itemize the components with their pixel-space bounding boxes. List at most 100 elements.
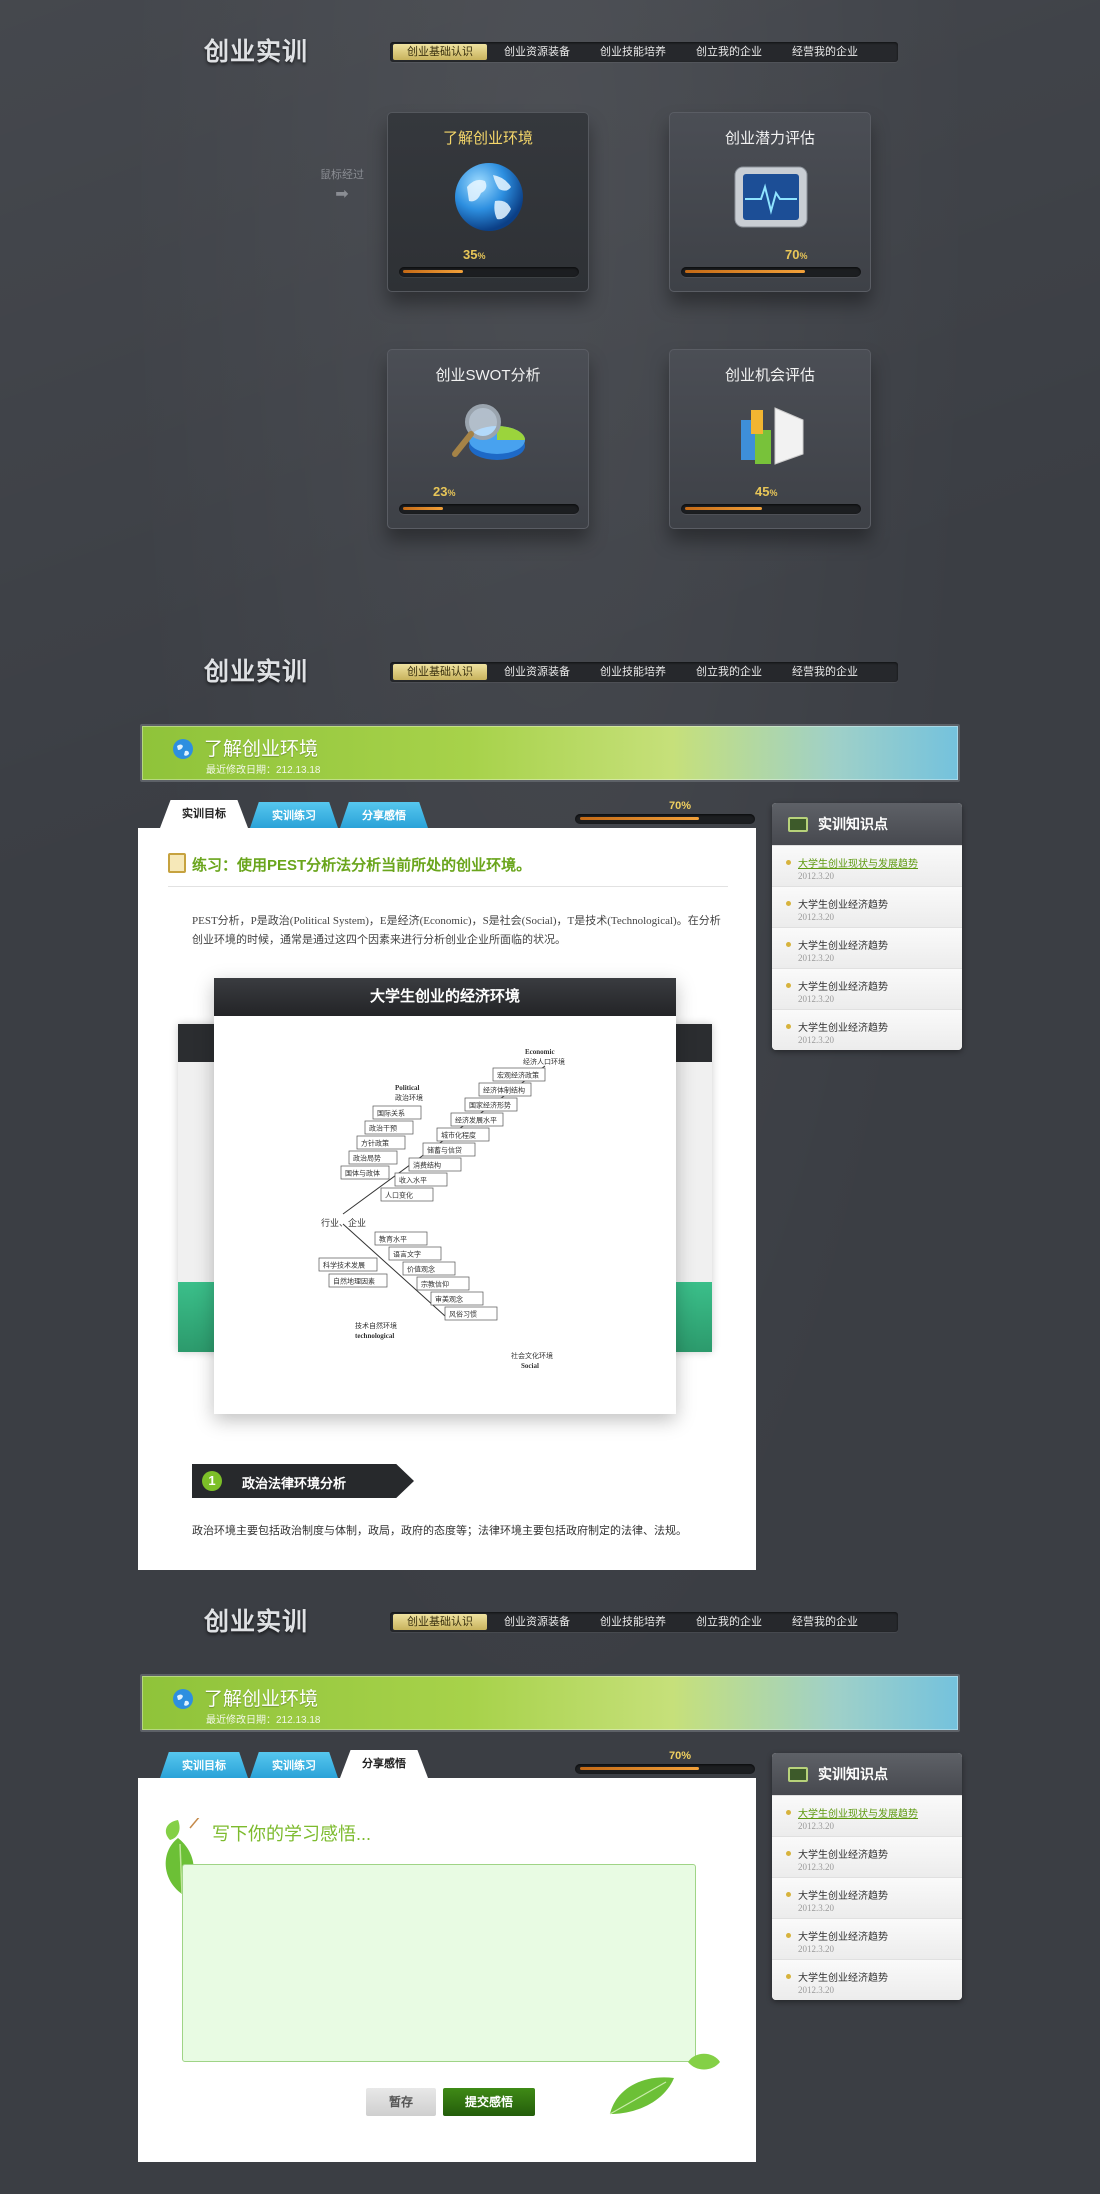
- tab-practice[interactable]: 实训练习: [250, 1752, 338, 1778]
- knowledge-item[interactable]: 大学生创业经济趋势 2012.3.20: [772, 927, 962, 968]
- card-progress: [681, 267, 861, 277]
- brand-title: 创业实训: [204, 37, 309, 66]
- figure-title: 大学生创业的经济环境: [214, 978, 676, 1016]
- save-draft-button[interactable]: 暂存: [366, 2088, 436, 2116]
- nav-item-skills[interactable]: 创业技能培养: [587, 44, 679, 60]
- economic-factor-label: 储蓄与信贷: [427, 1146, 462, 1155]
- clipboard-icon: [168, 853, 186, 873]
- nav-item-operate[interactable]: 经营我的企业: [779, 1614, 871, 1630]
- progress-label: 70%: [668, 800, 692, 812]
- tab-goals[interactable]: 实训目标: [160, 1752, 248, 1778]
- module-progress: 70%: [575, 1750, 755, 1774]
- top-nav: 创业基础认识 创业资源装备 创业技能培养 创立我的企业 经营我的企业: [390, 662, 898, 682]
- knowledge-sidebar: 实训知识点 大学生创业现状与发展趋势 2012.3.20 大学生创业经济趋势 201…: [772, 1753, 962, 2000]
- nav-item-found[interactable]: 创立我的企业: [683, 664, 775, 680]
- card-title: 创业SWOT分析: [435, 367, 541, 384]
- knowledge-item[interactable]: 大学生创业经济趋势 2012.3.20: [772, 1009, 962, 1050]
- knowledge-item[interactable]: 大学生创业经济趋势 2012.3.20: [772, 968, 962, 1009]
- pest-figure: 大学生创业的经济环境 Economic 经济人口环境 Political 政治环…: [214, 978, 676, 1414]
- social-factor-label: 教育水平: [379, 1235, 407, 1244]
- knowledge-title: 实训知识点: [818, 1766, 888, 1782]
- brand-title: 创业实训: [204, 657, 309, 686]
- section-heading: 1 政治法律环境分析: [192, 1464, 414, 1498]
- economic-factor-label: 经济发展水平: [455, 1116, 497, 1125]
- diagram-economic-label: Economic: [525, 1048, 555, 1056]
- economic-factor-label: 国家经济形势: [469, 1101, 511, 1110]
- economic-factor-label: 城市化程度: [441, 1131, 476, 1140]
- globe-icon: [173, 1689, 193, 1709]
- nav-item-operate[interactable]: 经营我的企业: [779, 44, 871, 60]
- hover-hint-text: 鼠标经过: [320, 169, 364, 181]
- content-panel: 练习：使用PEST分析法分析当前所处的创业环境。 PEST分析，P是政治(Pol…: [138, 828, 756, 1570]
- diagram-social-cn: 社会文化环境: [511, 1351, 553, 1360]
- bar-chart-icon: [741, 407, 804, 465]
- tab-practice[interactable]: 实训练习: [250, 802, 338, 828]
- tab-bar: 实训目标 实训练习 分享感悟: [160, 1750, 430, 1778]
- banner-title: 了解创业环境: [204, 739, 319, 760]
- overview-section: 创业实训 创业基础认识 创业资源装备 创业技能培养 创立我的企业 经营我的企业 …: [0, 0, 1100, 620]
- nav-item-skills[interactable]: 创业技能培养: [587, 664, 679, 680]
- module-banner: 了解创业环境 最近修改日期：212.13.18: [140, 1674, 960, 1732]
- content-panel: 写下你的学习感悟... 暂存 提交感悟: [138, 1778, 756, 2162]
- nav-item-basics[interactable]: 创业基础认识: [393, 44, 487, 60]
- module-progress: 70%: [575, 800, 755, 824]
- nav-item-found[interactable]: 创立我的企业: [683, 1614, 775, 1630]
- knowledge-item[interactable]: 大学生创业经济趋势 2012.3.20: [772, 1877, 962, 1918]
- banner-date: 最近修改日期：212.13.18: [206, 765, 321, 776]
- knowledge-item[interactable]: 大学生创业现状与发展趋势 2012.3.20: [772, 845, 962, 886]
- social-factor-label: 价值观念: [407, 1265, 435, 1274]
- knowledge-item[interactable]: 大学生创业现状与发展趋势 2012.3.20: [772, 1795, 962, 1836]
- diagram-tech-cn: 技术自然环境: [355, 1321, 397, 1330]
- card-progress: [399, 504, 579, 514]
- card-title: 创业潜力评估: [724, 130, 815, 147]
- reflection-textarea[interactable]: [182, 1864, 696, 2062]
- political-factor-label: 国体与政体: [345, 1169, 380, 1178]
- tab-share[interactable]: 分享感悟: [340, 802, 428, 828]
- globe-icon: [455, 163, 523, 231]
- tech-factor-label: 自然地理因素: [333, 1277, 375, 1286]
- nav-item-resources[interactable]: 创业资源装备: [491, 44, 583, 60]
- knowledge-item[interactable]: 大学生创业经济趋势 2012.3.20: [772, 886, 962, 927]
- knowledge-header: 实训知识点: [772, 803, 962, 845]
- economic-factor-label: 消费结构: [413, 1161, 441, 1170]
- section-title: 政治法律环境分析: [242, 1476, 347, 1491]
- card-percent: 45%: [755, 484, 778, 499]
- diagram-political-cn: 政治环境: [395, 1093, 423, 1102]
- card-progress: [681, 504, 861, 514]
- section-number: 1: [202, 1471, 222, 1491]
- top-nav: 创业基础认识 创业资源装备 创业技能培养 创立我的企业 经营我的企业: [390, 1612, 898, 1632]
- nav-item-found[interactable]: 创立我的企业: [683, 44, 775, 60]
- top-nav: 创业基础认识 创业资源装备 创业技能培养 创立我的企业 经营我的企业: [390, 42, 898, 62]
- exercise-text: PEST分析，P是政治(Political System)，E是经济(Econo…: [192, 915, 721, 946]
- economic-factor-label: 宏观经济政策: [497, 1071, 539, 1080]
- nav-item-resources[interactable]: 创业资源装备: [491, 1614, 583, 1630]
- divider: [168, 886, 728, 887]
- tab-share[interactable]: 分享感悟: [340, 1750, 428, 1778]
- section-text: 政治环境主要包括政治制度与体制，政局，政府的态度等；法律环境主要包括政府制定的法…: [192, 1525, 687, 1537]
- knowledge-item[interactable]: 大学生创业经济趋势 2012.3.20: [772, 1959, 962, 2000]
- tech-factor-label: 科学技术发展: [323, 1261, 365, 1270]
- economic-factor-label: 收入水平: [399, 1176, 427, 1185]
- nav-item-skills[interactable]: 创业技能培养: [587, 1614, 679, 1630]
- card-environment[interactable]: 了解创业环境 35%: [387, 112, 589, 292]
- submit-button[interactable]: 提交感悟: [443, 2088, 535, 2116]
- card-opportunity[interactable]: 创业机会评估 45%: [669, 349, 871, 529]
- knowledge-item[interactable]: 大学生创业经济趋势 2012.3.20: [772, 1918, 962, 1959]
- reflection-section: 创业实训 创业基础认识 创业资源装备 创业技能培养 创立我的企业 经营我的企业 …: [0, 1570, 1100, 2194]
- nav-item-basics[interactable]: 创业基础认识: [393, 1614, 487, 1630]
- social-factor-label: 风俗习惯: [449, 1310, 477, 1319]
- card-potential[interactable]: 创业潜力评估 70%: [669, 112, 871, 292]
- knowledge-item[interactable]: 大学生创业经济趋势 2012.3.20: [772, 1836, 962, 1877]
- social-factor-label: 审美观念: [435, 1295, 463, 1304]
- diagram-political-label: Political: [395, 1084, 420, 1092]
- nav-item-resources[interactable]: 创业资源装备: [491, 664, 583, 680]
- knowledge-header: 实训知识点: [772, 1753, 962, 1795]
- tab-goals[interactable]: 实训目标: [160, 800, 248, 828]
- nav-item-basics[interactable]: 创业基础认识: [393, 664, 487, 680]
- diagram-center: 行业、企业: [321, 1217, 366, 1228]
- banner-date: 最近修改日期：212.13.18: [206, 1715, 321, 1726]
- banner-title: 了解创业环境: [204, 1689, 319, 1710]
- nav-item-operate[interactable]: 经营我的企业: [779, 664, 871, 680]
- card-swot[interactable]: 创业SWOT分析 23%: [387, 349, 589, 529]
- card-title: 创业机会评估: [724, 367, 815, 384]
